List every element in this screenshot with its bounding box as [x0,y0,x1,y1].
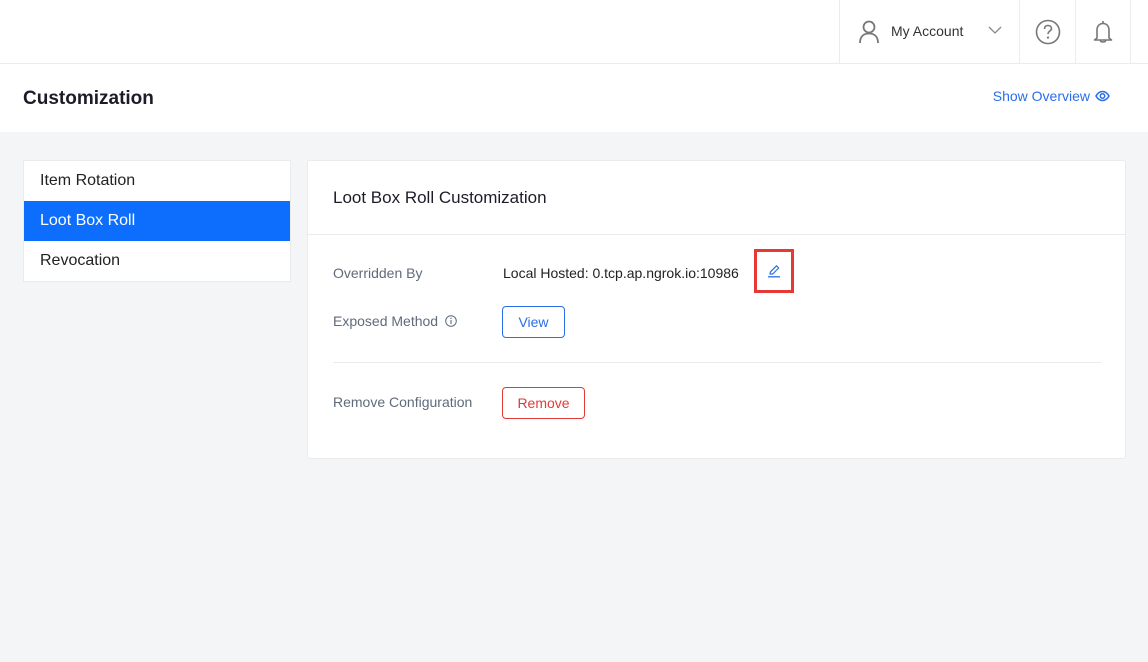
exposed-method-label: Exposed Method [333,313,439,329]
bell-icon [1093,20,1113,43]
card-divider [308,234,1125,235]
edit-override-button[interactable] [754,249,794,293]
user-icon [859,20,879,44]
remove-button[interactable]: Remove [502,387,585,419]
notifications-button[interactable] [1075,0,1131,63]
overridden-by-value: Local Hosted: 0.tcp.ap.ngrok.io:10986 [503,265,739,281]
exposed-method-label-row: Exposed Method [333,313,457,329]
sidebar-nav: Item Rotation Loot Box Roll Revocation [23,160,291,282]
chevron-down-icon [988,26,1002,34]
sidebar-item-loot-box-roll[interactable]: Loot Box Roll [24,201,290,241]
sidebar-item-item-rotation[interactable]: Item Rotation [24,161,290,201]
overridden-by-label: Overridden By [333,265,423,281]
section-divider [333,362,1101,363]
view-button[interactable]: View [502,306,565,338]
help-button[interactable] [1019,0,1075,63]
customization-card: Loot Box Roll Customization Overridden B… [307,160,1126,459]
page-title: Customization [23,88,154,109]
card-title: Loot Box Roll Customization [333,188,547,207]
show-overview-label: Show Overview [992,88,1090,104]
page-header: Customization Show Overview [0,64,1148,132]
eye-icon [1095,90,1110,102]
pencil-icon [768,265,780,278]
show-overview-link[interactable]: Show Overview [993,88,1110,104]
my-account-label: My Account [891,23,964,39]
remove-configuration-label: Remove Configuration [333,394,473,410]
info-icon[interactable] [445,315,457,327]
help-icon [1035,19,1060,44]
top-bar: My Account [0,0,1148,64]
my-account-menu[interactable]: My Account [839,0,1019,63]
sidebar-item-revocation[interactable]: Revocation [24,241,290,281]
